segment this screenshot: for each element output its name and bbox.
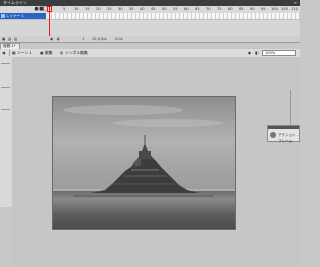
playhead[interactable] [49, 6, 50, 36]
ruler-tick: 40 [140, 7, 145, 11]
ruler-tick: 35 [129, 7, 134, 11]
ruler-tick: 20 [96, 7, 101, 11]
add-folder-icon[interactable]: ▤ [8, 36, 11, 42]
actions-panel[interactable]: アクション - フレーム [267, 125, 300, 143]
ruler-tick: 80 [228, 7, 233, 11]
scene-icon: ▦ [12, 50, 16, 55]
timeline-panel: タイムライン ≡ ● ■ □ 1 5 10 15 20 25 30 35 40 … [0, 0, 300, 37]
back-arrow-icon[interactable]: ◀ [2, 49, 5, 57]
panel-divider [1, 109, 10, 110]
panel-divider [1, 63, 10, 64]
symbol-edit-icon[interactable]: ◍ [60, 49, 63, 57]
panel-grip[interactable] [268, 126, 299, 129]
ruler-tick: 100 [271, 7, 278, 11]
ruler-tick: 50 [162, 7, 167, 11]
ruler-tick: 45 [151, 7, 156, 11]
panel-divider [1, 87, 10, 88]
ruler-tick: 70 [206, 7, 211, 11]
panel-edge [290, 90, 299, 130]
center-frame-icon[interactable]: ◉ [50, 36, 53, 42]
layer-name: レイヤー 1 [6, 14, 24, 18]
edit-label[interactable]: 編集 [45, 49, 53, 57]
frame-rate[interactable]: 12.0 fps [92, 36, 107, 42]
stage-canvas[interactable] [52, 96, 236, 230]
scene-label[interactable]: シーン 1 [17, 49, 32, 57]
ruler-tick: 110 [291, 7, 298, 11]
frame-cells[interactable] [48, 13, 300, 19]
ruler-tick: 25 [107, 7, 112, 11]
ruler-tick: 95 [261, 7, 266, 11]
edit-scene-icon[interactable]: ▣ [40, 49, 44, 57]
ruler-tick: 65 [195, 7, 200, 11]
edit-scenes-icon[interactable]: ◧ [255, 49, 259, 57]
delete-layer-icon[interactable]: ▥ [14, 36, 17, 42]
onion-skin-icon[interactable]: ◐ [57, 36, 60, 42]
ruler-tick: 60 [184, 7, 189, 11]
layer-icon [1, 14, 5, 18]
edit-symbols-icon[interactable]: ◆ [248, 49, 251, 57]
current-frame: 1 [82, 37, 85, 41]
layer-label-cell[interactable]: レイヤー 1 [0, 13, 46, 19]
ruler-tick: 75 [217, 7, 222, 11]
elapsed-time: 0.0s [115, 37, 123, 41]
zoom-select[interactable]: 100% [262, 50, 296, 56]
symbol-edit-label[interactable]: シンボル編集 [65, 49, 88, 57]
add-layer-icon[interactable]: ▣ [2, 36, 5, 42]
ruler-tick: 5 [63, 7, 66, 11]
ruler-tick: 90 [250, 7, 255, 11]
ruler-tick: 30 [118, 7, 123, 11]
ruler-tick: 15 [85, 7, 90, 11]
separator [9, 50, 10, 56]
ruler-tick: 10 [74, 7, 79, 11]
timeline-footer: ▣ ▤ ▥ ◉ ◐ 1 12.0 fps 0.0s [0, 36, 300, 43]
ruler-tick: 85 [239, 7, 244, 11]
actions-icon [270, 132, 276, 138]
frame-ruler[interactable]: 1 5 10 15 20 25 30 35 40 45 50 55 60 65 … [48, 6, 300, 13]
actions-panel-label: アクション - フレーム [278, 133, 299, 143]
ruler-tick: 105 [281, 7, 288, 11]
ruler-tick: 55 [173, 7, 178, 11]
mont-saint-michel-image [73, 135, 213, 197]
